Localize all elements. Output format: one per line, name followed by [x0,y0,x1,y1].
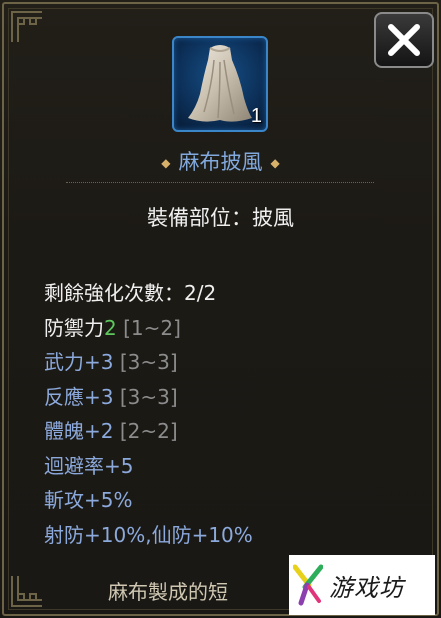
enhance-count: 剩餘強化次數：2/2 [44,281,217,305]
close-button[interactable] [374,12,434,68]
watermark-text: 游戏坊 [329,573,404,602]
reaction-range: [3~3] [119,384,178,409]
diamond-icon: ◆ [161,156,171,170]
martial-value: 武力+3 [44,350,114,374]
stat-defense: 防禦力2 [1~2] [44,311,384,346]
close-icon [388,24,420,56]
item-icon-slot[interactable]: 1 [172,36,268,132]
corner-ornament-icon [11,11,42,42]
stat-evasion: 迴避率+5 [44,453,134,478]
reaction-value: 反應+3 [44,384,114,409]
stat-martial: 武力+3 [3~3] [44,345,384,380]
divider [66,182,374,183]
watermark: 游戏坊 [289,555,435,615]
item-count: 1 [250,105,262,127]
martial-range: [3~3] [119,350,178,374]
stat-physique: 體魄+2 [2~2] [44,414,384,449]
stat-slash-attack: 斬攻+5% [44,488,133,512]
item-name-row: ◆ 麻布披風 ◆ [0,146,441,176]
youxifang-logo-icon [293,564,323,606]
stat-reaction: 反應+3 [3~3] [44,380,384,415]
equip-slot-label: 裝備部位：披風 [147,206,294,230]
physique-value: 體魄+2 [44,419,114,443]
corner-ornament-icon [11,576,42,607]
item-description: 麻布製成的短 [108,580,228,604]
defense-range: [1~2] [123,315,181,340]
physique-range: [2~2] [119,419,178,443]
stat-list: 剩餘強化次數：2/2 防禦力2 [1~2] 武力+3 [3~3] 反應+3 [3… [44,276,384,552]
item-tooltip-panel: 1 ◆ 麻布披風 ◆ 裝備部位：披風 剩餘強化次數：2/2 防禦力2 [1~2] 武… [0,0,441,618]
defense-label: 防禦力 [44,315,104,340]
item-name: 麻布披風 [178,150,263,174]
defense-value: 2 [104,315,117,340]
stat-resistances: 射防+10%,仙防+10% [44,522,253,547]
diamond-icon: ◆ [270,156,280,170]
